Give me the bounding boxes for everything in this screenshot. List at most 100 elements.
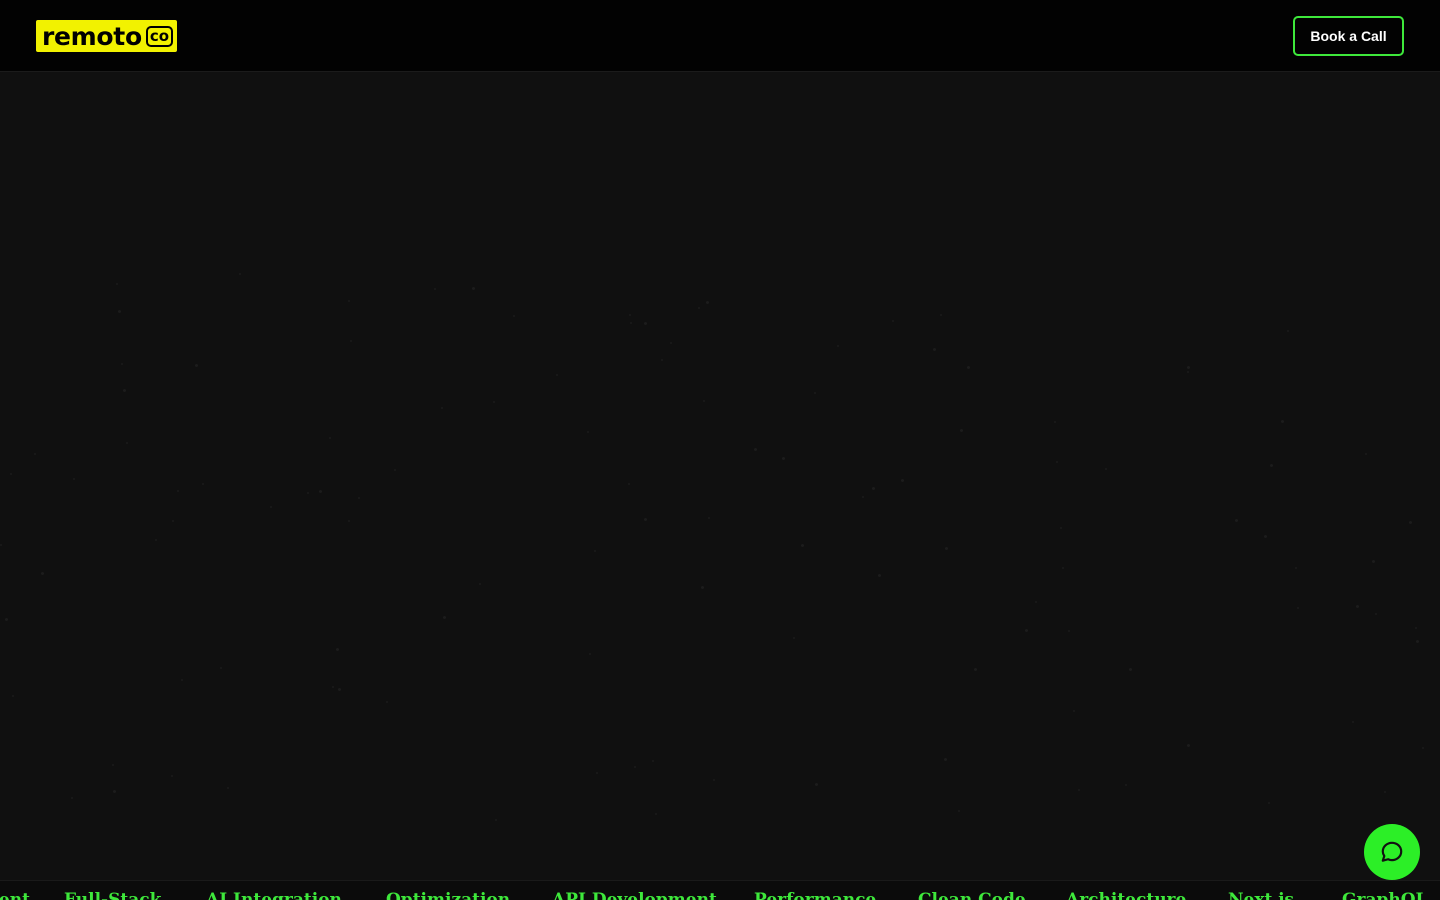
background-particle [655,813,657,815]
background-particle [116,283,118,285]
ticker-item: Performance [754,890,877,900]
background-particle [338,688,341,691]
logo[interactable]: remoto co [36,20,178,52]
background-particle [1416,640,1419,643]
background-particle [661,359,663,361]
background-particle [1270,464,1273,467]
background-particle [332,686,334,688]
background-particle [628,483,630,485]
background-particle [1375,613,1377,615]
skills-ticker: Development Full-Stack AI Integration Op… [0,880,1440,900]
background-particle [1187,366,1190,369]
background-particle [1422,747,1424,749]
background-particle [123,389,126,392]
ticker-item: API Development [552,890,717,900]
background-particle [1105,468,1107,470]
background-particle [706,301,709,304]
background-particle [793,637,795,639]
background-particle [629,314,631,316]
background-particle [71,797,73,799]
chat-button[interactable] [1364,824,1420,880]
background-particle [319,490,322,493]
background-particle [630,322,632,324]
background-particle [1062,567,1064,569]
background-particle [493,401,495,403]
background-particle [1125,784,1127,786]
background-particle [1060,527,1062,529]
ticker-item: Full-Stack [64,890,162,900]
background-particle [307,492,309,494]
chat-bubble-icon [1381,841,1403,862]
background-particle [73,478,75,480]
book-a-call-button[interactable]: Book a Call [1293,16,1404,56]
background-particle [177,490,179,492]
background-particle [801,544,804,547]
background-particle [118,310,121,313]
background-particle [1235,519,1238,522]
background-particle [589,653,591,655]
background-particle [1187,371,1189,373]
background-particle [1129,668,1132,671]
background-particle [394,469,396,471]
background-particle [944,758,947,761]
background-particle [113,790,116,793]
background-particle [126,442,128,444]
background-particle [181,679,183,681]
background-particle [441,407,443,409]
background-particle [974,668,977,671]
background-particle [1035,601,1037,603]
background-particle [901,479,904,482]
background-particle [434,288,436,290]
site-header: remoto co Book a Call [0,0,1440,72]
background-particle [121,363,123,365]
background-particle [1054,421,1056,423]
background-particle [1409,521,1412,524]
background-particle [644,518,647,521]
background-particle [878,574,881,577]
background-particle [1415,627,1417,629]
background-particle [1281,420,1284,423]
background-particle [386,701,388,703]
background-particle [155,539,157,541]
background-particle [596,772,598,774]
background-particle [815,783,818,786]
background-particle [1187,744,1190,747]
ticker-item: Next.js [1228,890,1294,900]
background-particle [171,775,173,777]
background-particle [1372,560,1375,563]
logo-wordmark: remoto [42,21,142,51]
background-particle [472,287,475,290]
background-particle [967,366,970,369]
background-particle [1073,710,1075,712]
background-particle [0,544,2,546]
ticker-item: Architecture [1066,890,1187,900]
background-particle [698,307,700,309]
background-particle [872,487,875,490]
background-particle [634,766,636,768]
background-particle [479,583,481,585]
background-particle [814,392,816,394]
background-particle [34,453,36,455]
ticker-item: Optimization [386,890,511,900]
background-particle [587,431,589,433]
background-particle [1025,629,1028,632]
background-particle [945,547,948,550]
background-particle [960,429,963,432]
background-particle [1356,605,1359,608]
background-particle [239,273,241,275]
background-particle [1268,802,1270,804]
background-particle [837,345,839,347]
background-particle [12,695,14,697]
background-particle [1297,607,1299,609]
background-particle [958,810,960,812]
logo-badge: co [145,25,174,47]
background-particle [701,586,704,589]
background-particle [652,760,654,762]
background-particle [594,550,596,552]
background-particle [172,520,174,522]
background-particle [1056,461,1058,463]
background-particle [513,315,515,317]
background-particle [495,819,497,821]
background-particle [670,342,672,344]
background-particle [703,400,705,402]
